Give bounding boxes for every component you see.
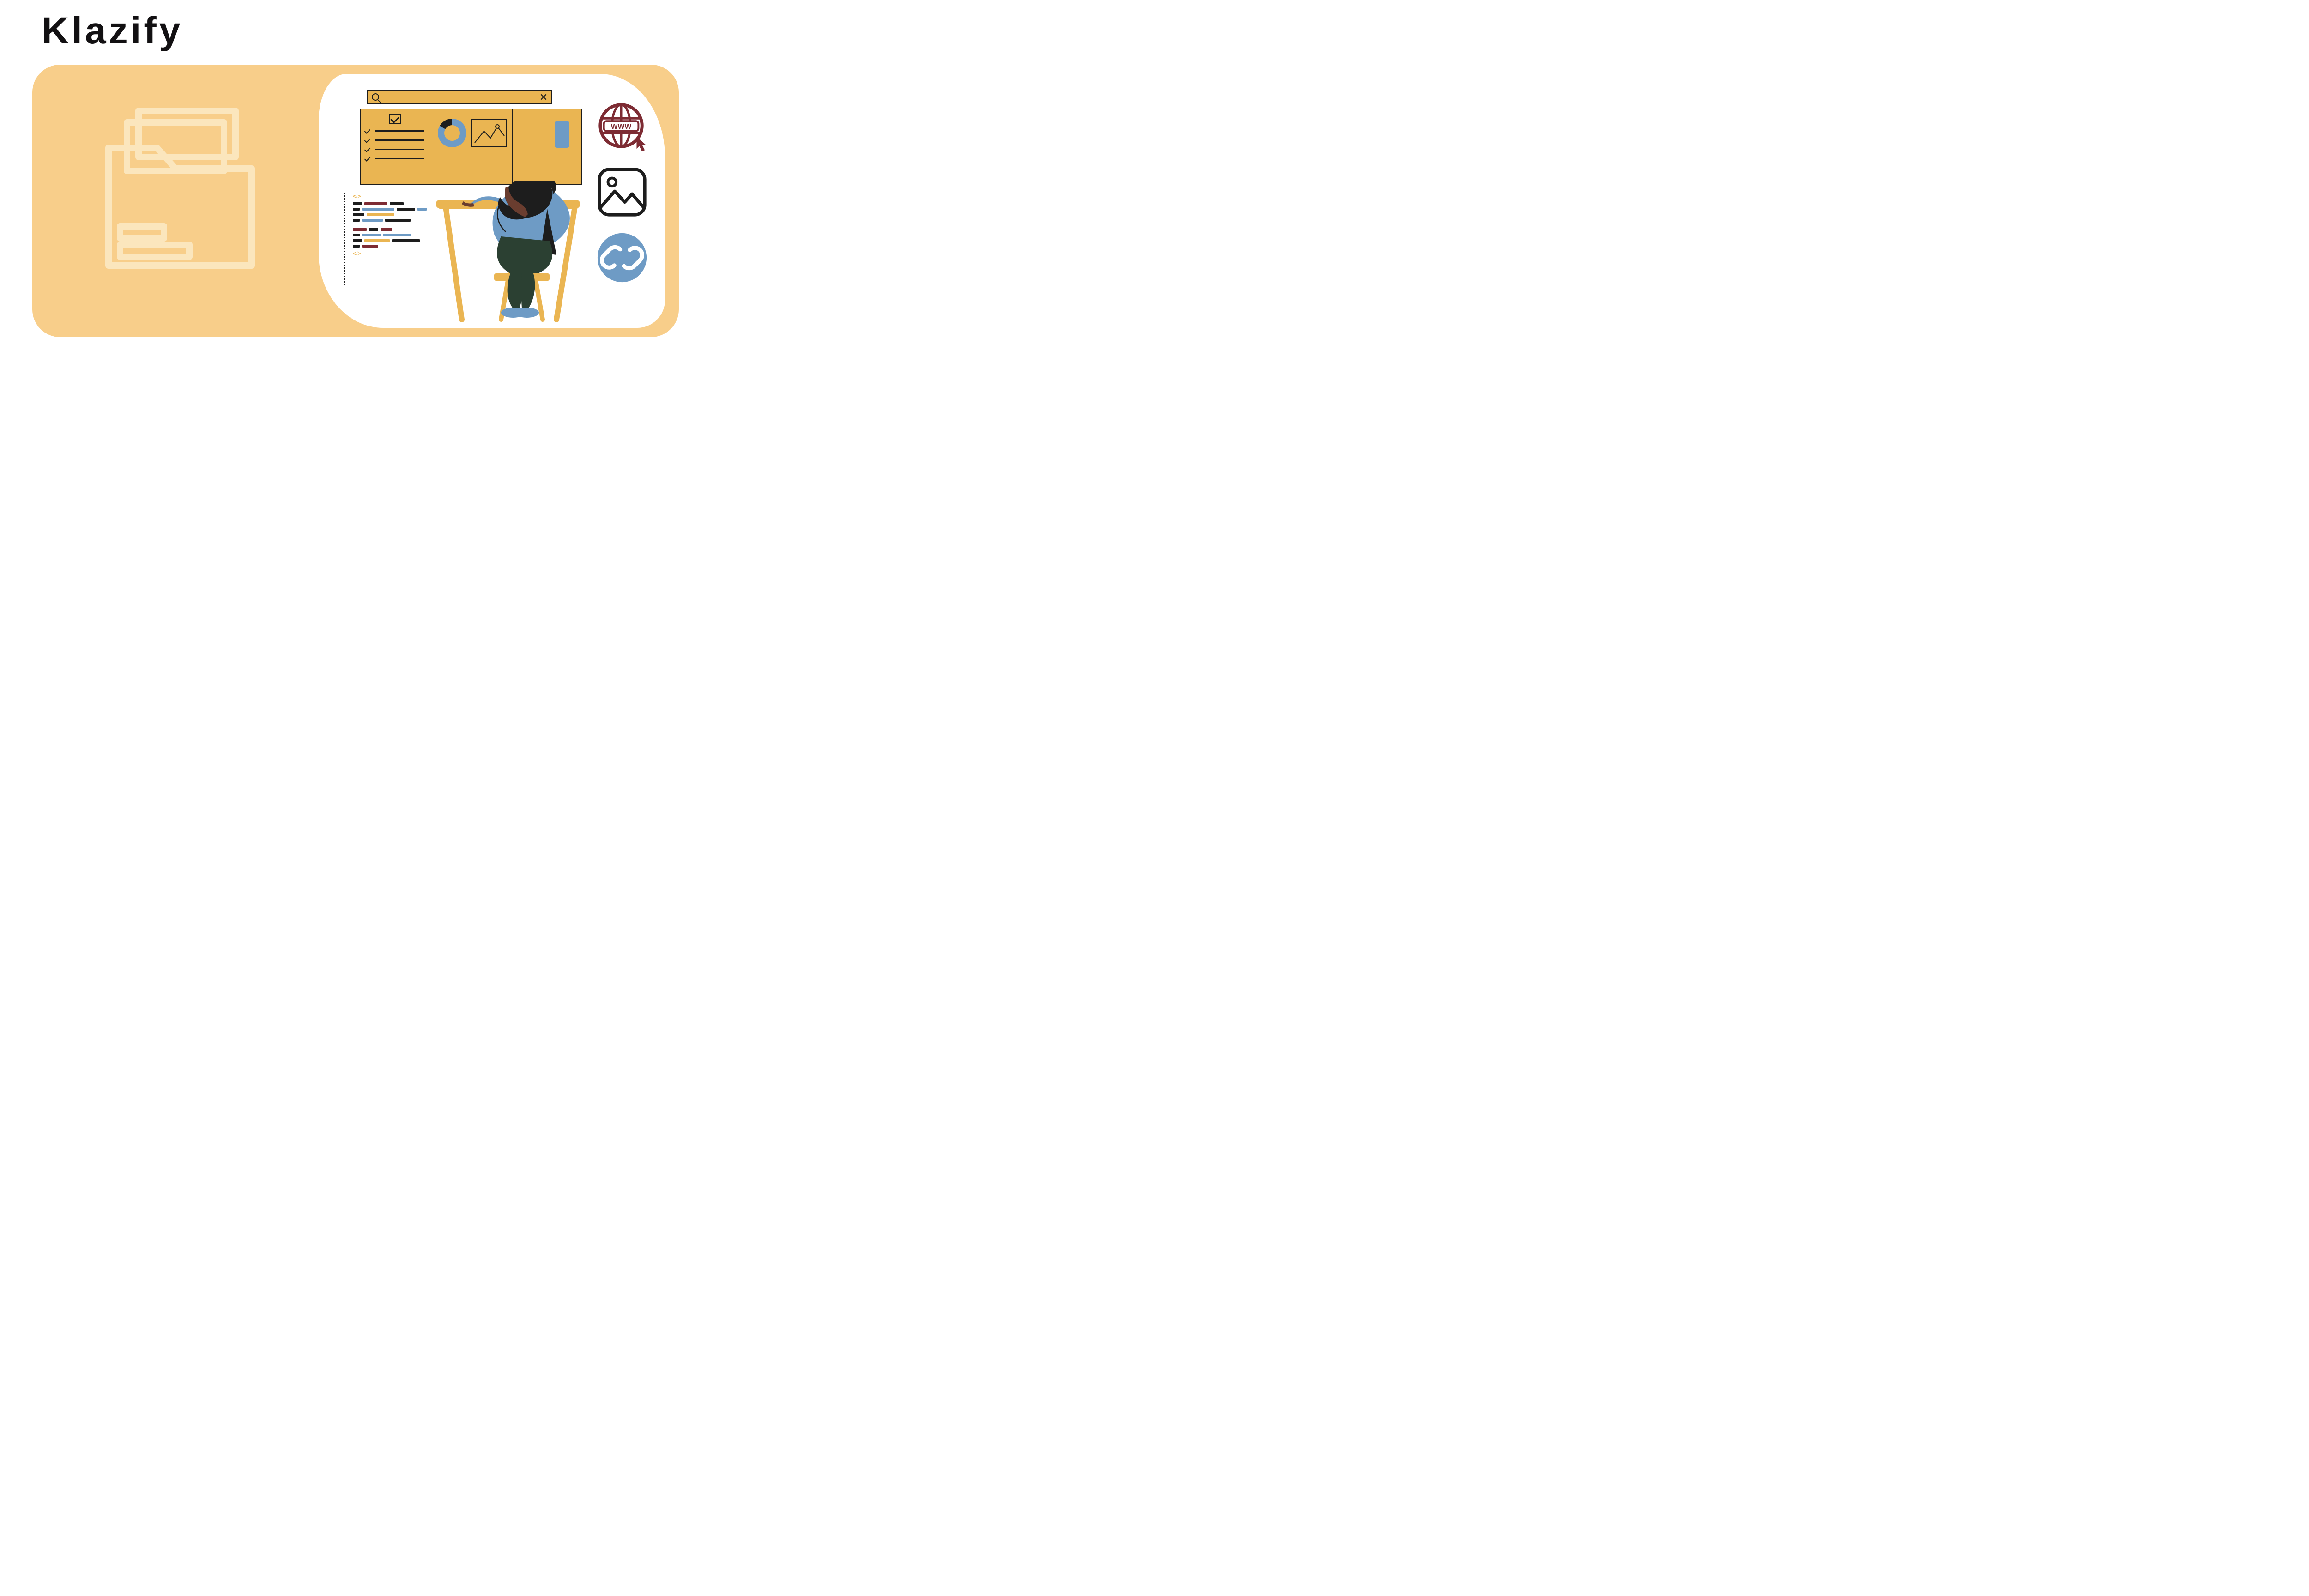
brand-title: Klazify: [42, 9, 183, 53]
folder-icon: [102, 102, 259, 272]
svg-text:WWW: WWW: [611, 123, 632, 131]
close-icon: [540, 93, 547, 101]
search-icon: [372, 93, 379, 101]
image-icon: [595, 165, 649, 219]
hero-card: </> </>: [32, 65, 679, 337]
phone-icon: [555, 121, 569, 148]
donut-chart-icon: [438, 119, 466, 147]
www-globe-icon: WWW: [595, 99, 649, 154]
icon-stack: WWW: [592, 99, 652, 285]
dashboard-graphic: [360, 109, 582, 185]
checklist-panel: [360, 109, 429, 185]
search-bar-graphic: [367, 90, 552, 104]
link-icon: [595, 230, 649, 285]
checkbox-icon: [389, 114, 401, 124]
chart-panel: [429, 109, 513, 185]
illustration-scene: </> </>: [319, 74, 665, 328]
person-at-desk-illustration: [418, 181, 598, 324]
line-chart-icon: [471, 119, 507, 147]
device-panel: [513, 109, 582, 185]
